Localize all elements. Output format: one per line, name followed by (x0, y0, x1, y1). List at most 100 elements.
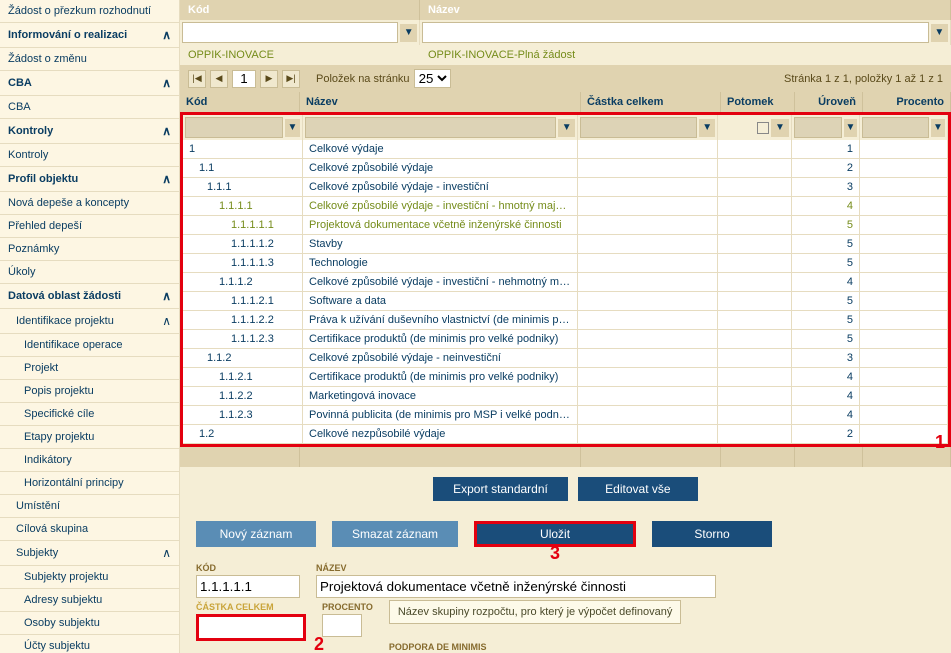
sidebar-item[interactable]: Subjekty projektu (0, 566, 179, 589)
sidebar-item[interactable]: CBA (0, 96, 179, 119)
sidebar-item[interactable]: Přehled depeší (0, 215, 179, 238)
sidebar-item[interactable]: Horizontální principy (0, 472, 179, 495)
cell-nazev: Celkové výdaje (303, 140, 578, 158)
form-input-procento[interactable] (322, 614, 362, 637)
sidebar-item[interactable]: Cílová skupina (0, 518, 179, 541)
col-filter-uroven[interactable] (794, 117, 842, 138)
table-row[interactable]: 1.1.2.3Povinná publicita (de minimis pro… (183, 406, 948, 425)
form-input-nazev[interactable] (316, 575, 716, 598)
delete-record-button[interactable]: Smazat záznam (332, 521, 458, 547)
sidebar-item[interactable]: Specifické cíle (0, 403, 179, 426)
filter-funnel-icon[interactable]: ▼ (844, 119, 857, 137)
sidebar-item[interactable]: Projekt (0, 357, 179, 380)
table-row[interactable]: 1.1.1.1.2Stavby5 (183, 235, 948, 254)
sidebar-item[interactable]: Indikátory (0, 449, 179, 472)
table-row[interactable]: 1.1Celkové způsobilé výdaje2 (183, 159, 948, 178)
table-row[interactable]: 1.1.1.1.1Projektová dokumentace včetně i… (183, 216, 948, 235)
sidebar-item[interactable]: Poznámky (0, 238, 179, 261)
col-filter-castka[interactable] (580, 117, 697, 138)
cell-castka (578, 140, 718, 158)
cell-castka (578, 311, 718, 329)
sidebar-item[interactable]: Adresy subjektu (0, 589, 179, 612)
pager-bar: |◀ ◀ ▶ ▶| Položek na stránku 25 Stránka … (180, 65, 951, 92)
cancel-button[interactable]: Storno (652, 521, 772, 547)
cell-potomek (718, 349, 792, 367)
col-header-potomek[interactable]: Potomek (721, 92, 795, 112)
cell-potomek (718, 387, 792, 405)
table-row[interactable]: 1.1.1.2.3Certifikace produktů (de minimi… (183, 330, 948, 349)
pager-page-input[interactable] (232, 70, 256, 88)
sidebar-subheader[interactable]: Identifikace projektu∧ (0, 309, 179, 334)
edit-all-button[interactable]: Editovat vše (578, 477, 698, 501)
table-row[interactable]: 1.1.1Celkové způsobilé výdaje - investič… (183, 178, 948, 197)
cell-kod: 1.1.2.3 (183, 406, 303, 424)
col-header-uroven[interactable]: Úroveň (795, 92, 863, 112)
table-row[interactable]: 1.1.1.1Celkové způsobilé výdaje - invest… (183, 197, 948, 216)
sidebar-header-profil[interactable]: Profil objektu∧ (0, 167, 179, 192)
table-row[interactable]: 1.1.2Celkové způsobilé výdaje - neinvest… (183, 349, 948, 368)
cell-kod: 1.1.1.1.3 (183, 254, 303, 272)
filter-funnel-icon[interactable]: ▼ (931, 24, 948, 42)
sidebar-item[interactable]: Osoby subjektu (0, 612, 179, 635)
pager-last-button[interactable]: ▶| (282, 70, 300, 88)
cell-kod: 1.1.1 (183, 178, 303, 196)
col-header-nazev[interactable]: Název (300, 92, 581, 112)
filter-funnel-icon[interactable]: ▼ (699, 119, 715, 137)
sidebar-item[interactable]: Nová depeše a koncepty (0, 192, 179, 215)
cell-kod: 1.1.1.2.2 (183, 311, 303, 329)
cell-procento (860, 273, 948, 291)
pager-first-button[interactable]: |◀ (188, 70, 206, 88)
export-button[interactable]: Export standardní (433, 477, 568, 501)
sidebar-header-informovani[interactable]: Informování o realizaci∧ (0, 23, 179, 48)
sidebar-item[interactable]: Kontroly (0, 144, 179, 167)
filter-input-kod[interactable] (182, 22, 398, 43)
table-row[interactable]: 1.1.2.1Certifikace produktů (de minimis … (183, 368, 948, 387)
sidebar-header-kontroly[interactable]: Kontroly∧ (0, 119, 179, 144)
cell-castka (578, 387, 718, 405)
cell-kod: 1.1.2 (183, 349, 303, 367)
result-link-kod[interactable]: OPPIK-INOVACE (180, 45, 420, 65)
sidebar-item[interactable]: Identifikace operace (0, 334, 179, 357)
sidebar-header-datova[interactable]: Datová oblast žádosti∧ (0, 284, 179, 309)
form-input-castka[interactable] (199, 617, 303, 638)
table-row[interactable]: 1.1.1.2.2Práva k užívání duševního vlast… (183, 311, 948, 330)
sidebar-item[interactable]: Úkoly (0, 261, 179, 284)
table-row[interactable]: 1.1.1.2Celkové způsobilé výdaje - invest… (183, 273, 948, 292)
filter-funnel-icon[interactable]: ▼ (285, 119, 300, 137)
sidebar-item[interactable]: Umístění (0, 495, 179, 518)
col-filter-nazev[interactable] (305, 117, 556, 138)
col-filter-kod[interactable] (185, 117, 283, 138)
sidebar-item[interactable]: Žádost o přezkum rozhodnutí (0, 0, 179, 23)
form-input-kod[interactable] (196, 575, 300, 598)
col-header-kod[interactable]: Kód (180, 92, 300, 112)
per-page-select[interactable]: 25 (414, 69, 451, 88)
sidebar-item[interactable]: Etapy projektu (0, 426, 179, 449)
new-record-button[interactable]: Nový záznam (196, 521, 316, 547)
cell-castka (578, 159, 718, 177)
sidebar-header-cba[interactable]: CBA∧ (0, 71, 179, 96)
cell-uroven: 3 (792, 178, 860, 196)
col-header-castka[interactable]: Částka celkem (581, 92, 721, 112)
col-header-procento[interactable]: Procento (863, 92, 951, 112)
filter-input-nazev[interactable] (422, 22, 929, 43)
result-link-nazev[interactable]: OPPIK-INOVACE-Plná žádost (420, 45, 951, 65)
filter-funnel-icon[interactable]: ▼ (931, 119, 945, 137)
sidebar-item[interactable]: Popis projektu (0, 380, 179, 403)
table-row[interactable]: 1.1.2.2Marketingová inovace4 (183, 387, 948, 406)
filter-funnel-icon[interactable]: ▼ (558, 119, 575, 137)
col-filter-procento[interactable] (862, 117, 929, 138)
cell-castka (578, 235, 718, 253)
table-row[interactable]: 1.1.1.1.3Technologie5 (183, 254, 948, 273)
table-row[interactable]: 1.2Celkové nezpůsobilé výdaje2 (183, 425, 948, 444)
col-filter-potomek-checkbox[interactable] (757, 122, 769, 134)
filter-funnel-icon[interactable]: ▼ (771, 119, 789, 137)
pager-next-button[interactable]: ▶ (260, 70, 278, 88)
sidebar-subheader-subjekty[interactable]: Subjekty∧ (0, 541, 179, 566)
cell-procento (860, 140, 948, 158)
table-row[interactable]: 1Celkové výdaje1 (183, 140, 948, 159)
table-row[interactable]: 1.1.1.2.1Software a data5 (183, 292, 948, 311)
sidebar-item[interactable]: Účty subjektu (0, 635, 179, 653)
sidebar-item[interactable]: Žádost o změnu (0, 48, 179, 71)
pager-prev-button[interactable]: ◀ (210, 70, 228, 88)
filter-funnel-icon[interactable]: ▼ (400, 24, 417, 42)
